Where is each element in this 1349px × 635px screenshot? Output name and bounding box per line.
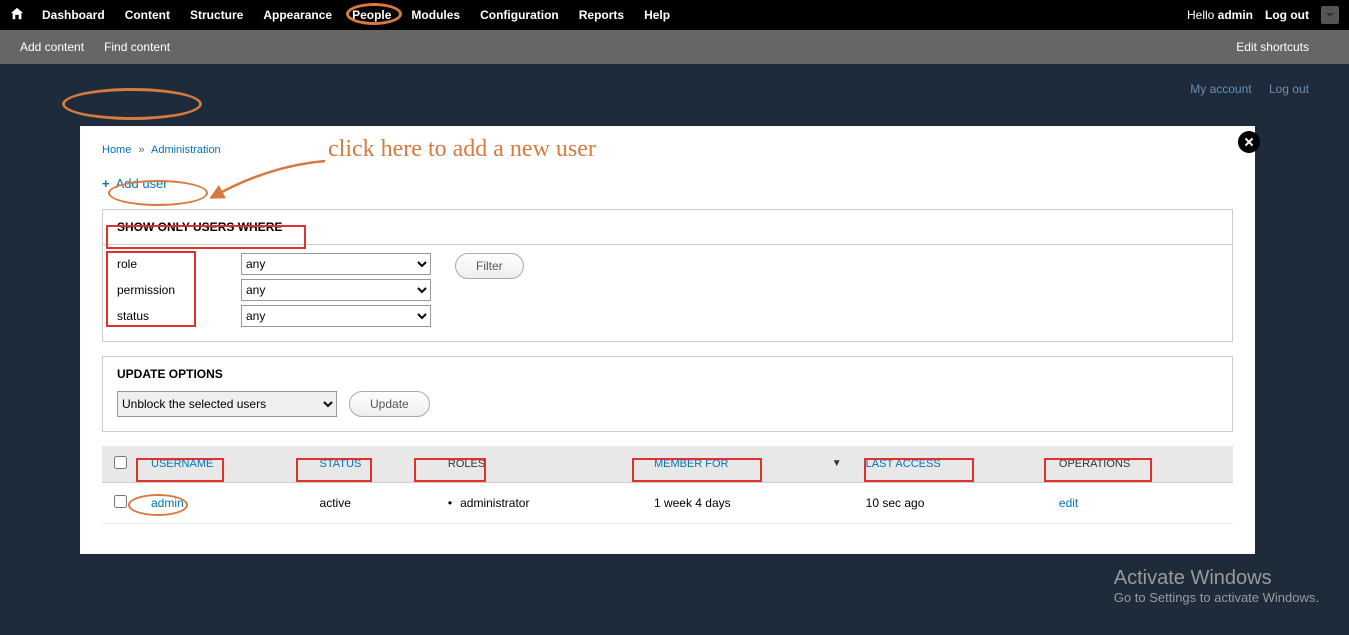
update-fieldset: UPDATE OPTIONS Unblock the selected user… [102, 356, 1233, 432]
update-button[interactable]: Update [349, 391, 430, 417]
breadcrumb-admin[interactable]: Administration [151, 144, 221, 156]
col-roles: ROLES [436, 446, 642, 483]
shortcut-edit[interactable]: Edit shortcuts [1236, 40, 1309, 54]
row-username[interactable]: admin [151, 496, 184, 510]
menu-dashboard[interactable]: Dashboard [32, 0, 115, 30]
update-select[interactable]: Unblock the selected users [117, 391, 337, 417]
shortcut-bar: Add content Find content Edit shortcuts [0, 30, 1349, 64]
shortcut-find-content[interactable]: Find content [104, 40, 170, 54]
filter-permission-select[interactable]: any [241, 279, 431, 301]
filter-status-select[interactable]: any [241, 305, 431, 327]
sort-arrow-icon: ▼ [832, 458, 842, 469]
menu-content[interactable]: Content [115, 0, 180, 30]
select-all-checkbox[interactable] [114, 456, 127, 469]
overlay-panel: Home » Administration + Add user SHOW ON… [80, 126, 1255, 554]
col-username[interactable]: USERNAME [139, 446, 308, 483]
header-my-account[interactable]: My account [1190, 82, 1251, 96]
col-status[interactable]: STATUS [308, 446, 436, 483]
menu-help[interactable]: Help [634, 0, 680, 30]
filter-role-label: role [117, 257, 227, 271]
site-header: My account Log out [0, 64, 1349, 124]
close-icon[interactable] [1238, 131, 1260, 153]
windows-watermark: Activate Windows Go to Settings to activ… [1114, 567, 1319, 605]
row-edit-link[interactable]: edit [1059, 496, 1078, 510]
row-checkbox[interactable] [114, 495, 127, 508]
filter-role-select[interactable]: any [241, 253, 431, 275]
filter-fieldset: SHOW ONLY USERS WHERE role any permissio… [102, 209, 1233, 342]
admin-toolbar: Dashboard Content Structure Appearance P… [0, 0, 1349, 30]
breadcrumb: Home » Administration [102, 144, 1233, 156]
home-icon[interactable] [10, 7, 24, 24]
menu-people[interactable]: People [342, 0, 401, 30]
toolbar-dropdown-icon[interactable] [1321, 6, 1339, 24]
shortcut-add-content[interactable]: Add content [20, 40, 84, 54]
update-title: UPDATE OPTIONS [103, 357, 1232, 391]
row-member-for: 1 week 4 days [642, 483, 854, 524]
add-user-link[interactable]: + Add user [102, 176, 168, 191]
row-status: active [308, 483, 436, 524]
menu-structure[interactable]: Structure [180, 0, 253, 30]
filter-title: SHOW ONLY USERS WHERE [103, 210, 1232, 245]
col-operations: OPERATIONS [1047, 446, 1233, 483]
toolbar-menu: Dashboard Content Structure Appearance P… [32, 0, 680, 30]
col-last-access[interactable]: LAST ACCESS [854, 446, 1047, 483]
hello-user: Hello admin [1187, 8, 1253, 22]
users-table: USERNAME STATUS ROLES MEMBER FOR▼ LAST A… [102, 446, 1233, 524]
filter-permission-label: permission [117, 283, 227, 297]
menu-reports[interactable]: Reports [569, 0, 634, 30]
plus-icon: + [102, 176, 110, 191]
header-log-out[interactable]: Log out [1269, 82, 1309, 96]
filter-status-label: status [117, 309, 227, 323]
breadcrumb-home[interactable]: Home [102, 144, 131, 156]
row-last-access: 10 sec ago [854, 483, 1047, 524]
logout-link[interactable]: Log out [1265, 8, 1309, 22]
menu-modules[interactable]: Modules [401, 0, 470, 30]
menu-configuration[interactable]: Configuration [470, 0, 569, 30]
filter-button[interactable]: Filter [455, 253, 524, 279]
row-roles: administrator [436, 483, 642, 524]
menu-appearance[interactable]: Appearance [253, 0, 342, 30]
table-row: admin active administrator 1 week 4 days… [102, 483, 1233, 524]
col-member-for[interactable]: MEMBER FOR▼ [642, 446, 854, 483]
